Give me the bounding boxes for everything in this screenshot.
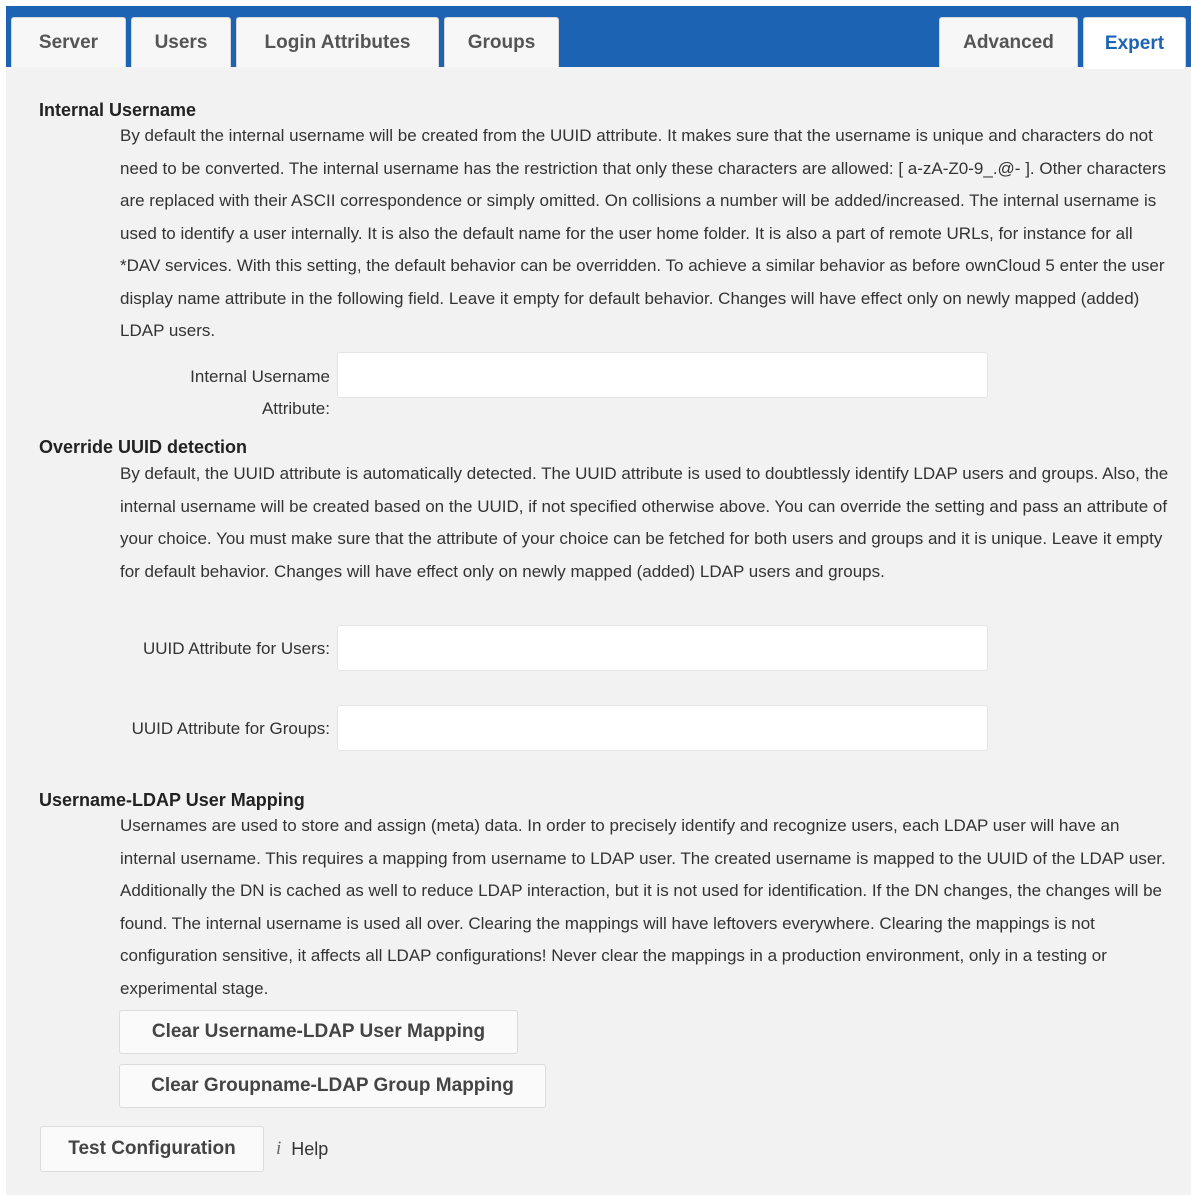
uuid-groups-label: UUID Attribute for Groups: xyxy=(131,719,330,738)
tab-users[interactable]: Users xyxy=(131,17,231,67)
tab-bar: Server Users Login Attributes Groups Adv… xyxy=(6,6,1191,69)
ldap-settings-panel: Server Users Login Attributes Groups Adv… xyxy=(6,6,1191,1195)
uuid-users-label: UUID Attribute for Users: xyxy=(142,639,330,658)
internal-username-heading: Internal Username xyxy=(39,100,197,120)
tab-advanced[interactable]: Advanced xyxy=(939,17,1078,67)
user-mapping-description: Usernames are used to store and assign (… xyxy=(120,816,1166,998)
override-uuid-description: By default, the UUID attribute is automa… xyxy=(120,464,1169,581)
internal-username-attribute-label: Internal Username Attribute: xyxy=(190,367,330,418)
tab-expert[interactable]: Expert xyxy=(1083,17,1186,69)
user-mapping-heading: Username-LDAP User Mapping xyxy=(39,790,305,810)
clear-group-mapping-button[interactable]: Clear Groupname-LDAP Group Mapping xyxy=(119,1064,546,1108)
internal-username-description: By default the internal username will be… xyxy=(120,126,1166,340)
tab-server[interactable]: Server xyxy=(11,17,126,67)
tab-login-attributes[interactable]: Login Attributes xyxy=(236,17,439,67)
internal-username-attribute-input[interactable] xyxy=(337,352,988,398)
uuid-users-input[interactable] xyxy=(337,625,988,671)
info-icon: i xyxy=(276,1138,282,1159)
help-link[interactable]: i Help xyxy=(276,1138,328,1160)
override-uuid-heading: Override UUID detection xyxy=(39,437,248,457)
test-configuration-button[interactable]: Test Configuration xyxy=(40,1126,264,1172)
expert-tab-content: Internal Username By default the interna… xyxy=(6,67,1191,1195)
help-label: Help xyxy=(291,1138,329,1159)
tab-groups[interactable]: Groups xyxy=(444,17,559,67)
uuid-groups-input[interactable] xyxy=(337,705,988,751)
clear-user-mapping-button[interactable]: Clear Username-LDAP User Mapping xyxy=(119,1010,518,1054)
